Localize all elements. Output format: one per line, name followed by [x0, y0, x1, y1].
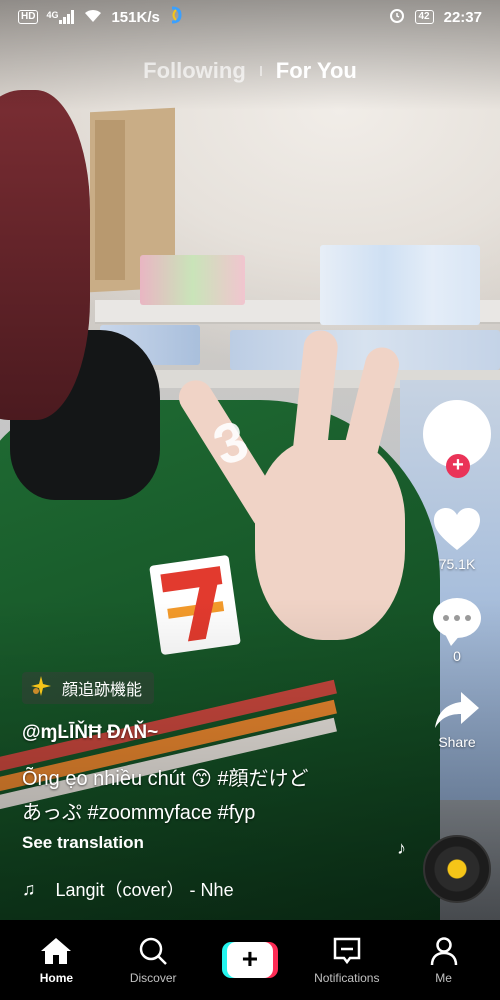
clock: 22:37	[443, 8, 482, 26]
battery-indicator: 42	[414, 10, 434, 24]
caption-line: Õng ẹo nhiều chút 😙 #顔だけど	[22, 768, 309, 790]
nav-me-label: Me	[435, 970, 452, 985]
nav-discover-label: Discover	[129, 970, 177, 985]
network-type: 4G	[46, 10, 59, 20]
hd-indicator: HD	[18, 10, 39, 24]
like-action[interactable]: 75.1K	[432, 506, 482, 572]
music-info[interactable]: ♫ Langit（cover） - Nhe	[22, 876, 234, 902]
inbox-icon	[333, 937, 361, 964]
home-icon	[41, 937, 72, 964]
app-status-icon	[168, 6, 184, 28]
network-speed: 151K/s	[111, 8, 160, 26]
nav-me[interactable]: Me	[399, 936, 489, 985]
share-label: Share	[438, 734, 476, 750]
creator-username[interactable]: @ɱĿĪŇĦ ĐΛŇ~	[22, 722, 158, 744]
wifi-icon	[83, 8, 103, 27]
effect-label: 顔追跡機能	[62, 682, 143, 699]
effect-tag[interactable]: 顔追跡機能	[22, 672, 155, 704]
caption-line: あっぷ #zoommyface #fyp	[22, 802, 256, 824]
heart-icon[interactable]	[432, 506, 482, 552]
action-column: + 75.1K 0 Share	[420, 400, 494, 750]
tab-for-you[interactable]: For You	[276, 58, 357, 84]
comment-count: 0	[453, 648, 461, 664]
nav-notifications-label: Notifications	[314, 970, 380, 985]
creator-avatar[interactable]: +	[423, 400, 491, 478]
nav-create[interactable]: +	[205, 942, 295, 978]
music-title: Langit（cover） - Nhe	[55, 880, 234, 900]
comment-icon[interactable]	[433, 598, 481, 646]
share-arrow-icon[interactable]	[433, 690, 481, 730]
like-count: 75.1K	[438, 556, 476, 572]
nav-home-label: Home	[39, 970, 74, 985]
see-translation-link[interactable]: See translation	[22, 833, 144, 853]
create-icon[interactable]: +	[221, 942, 278, 978]
signal-icon: 4G	[46, 10, 75, 24]
comment-action[interactable]: 0	[433, 598, 481, 664]
music-icon: ♫	[22, 878, 36, 899]
post-caption[interactable]: Õng ẹo nhiều chút 😙 #顔だけど あっぷ #zoommyfac…	[22, 762, 382, 830]
follow-plus-icon[interactable]: +	[446, 454, 470, 478]
feed-tabs: Following For You	[0, 58, 500, 84]
music-disc[interactable]	[423, 835, 491, 903]
bottom-nav: Home Discover + Notifications Me	[0, 920, 500, 1000]
tab-divider	[259, 66, 262, 76]
sparkle-icon	[30, 675, 52, 702]
profile-icon	[430, 936, 457, 965]
tab-following[interactable]: Following	[143, 58, 246, 84]
alarm-icon	[389, 7, 405, 27]
nav-home[interactable]: Home	[11, 936, 101, 985]
music-note-icon: ♪	[397, 838, 406, 858]
nav-discover[interactable]: Discover	[108, 936, 198, 985]
share-action[interactable]: Share	[433, 690, 481, 750]
search-icon	[139, 937, 168, 965]
status-bar: HD 4G 151K/s 42 22:37	[0, 0, 500, 34]
nav-notifications[interactable]: Notifications	[302, 936, 392, 985]
